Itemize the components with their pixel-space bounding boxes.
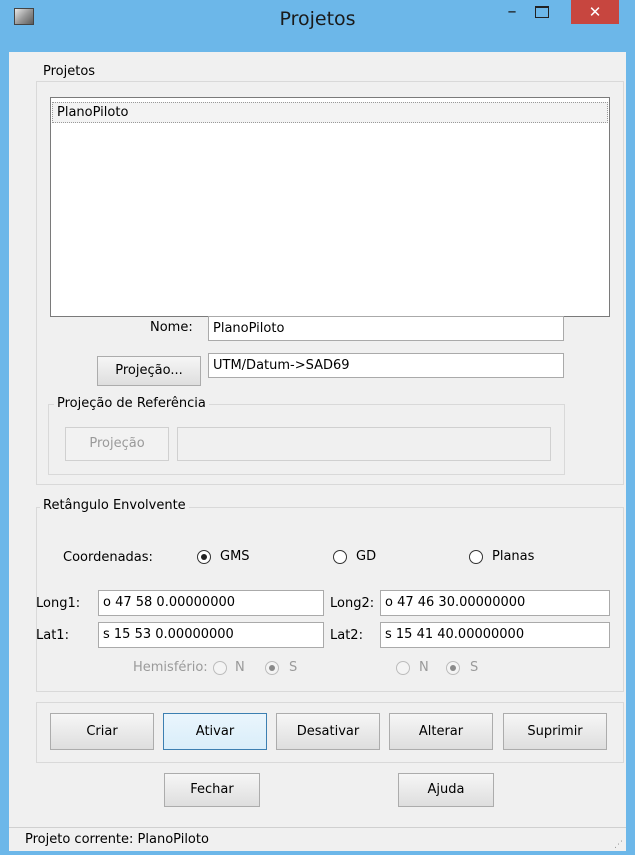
retangulo-group-legend: Retângulo Envolvente (40, 498, 189, 513)
hemi2-s-radio[interactable] (446, 661, 460, 675)
fechar-button[interactable]: Fechar (164, 773, 260, 807)
maximize-button[interactable] (527, 0, 553, 24)
nome-label: Nome: (150, 320, 193, 335)
hemi2-n-radio[interactable] (396, 661, 410, 675)
status-text: Projeto corrente: PlanoPiloto (25, 832, 209, 847)
hemi1-n-label: N (235, 660, 245, 675)
resize-grip-icon[interactable]: ⋰ (614, 840, 623, 850)
lat1-input[interactable]: s 15 53 0.00000000 (98, 622, 324, 648)
long2-label: Long2: (330, 596, 375, 611)
radio-gms-label[interactable]: GMS (220, 549, 250, 564)
ativar-button[interactable]: Ativar (163, 713, 267, 750)
projetos-window: Projetos – ✕ Projetos PlanoPiloto Nome: … (0, 0, 635, 855)
close-button[interactable]: ✕ (571, 0, 619, 24)
nome-input[interactable]: PlanoPiloto (208, 316, 564, 341)
hemisferio-label: Hemisfério: (133, 660, 208, 675)
radio-planas-label[interactable]: Planas (492, 549, 534, 564)
projetos-group-legend: Projetos (40, 64, 99, 79)
coordenadas-label: Coordenadas: (63, 550, 153, 565)
long1-label: Long1: (36, 596, 81, 611)
referencia-projecao-button[interactable]: Projeção (65, 427, 169, 461)
long2-input[interactable]: o 47 46 30.00000000 (380, 590, 610, 616)
radio-gms[interactable] (197, 550, 211, 564)
lat2-input[interactable]: s 15 41 40.00000000 (380, 622, 610, 648)
title-bar[interactable]: Projetos – ✕ (0, 0, 635, 52)
long1-input[interactable]: o 47 58 0.00000000 (98, 590, 324, 616)
criar-button[interactable]: Criar (50, 713, 154, 750)
projecao-field[interactable]: UTM/Datum->SAD69 (208, 353, 564, 378)
list-item[interactable]: PlanoPiloto (52, 102, 608, 123)
hemi2-s-label: S (470, 660, 479, 675)
desativar-button[interactable]: Desativar (276, 713, 380, 750)
radio-gd-label[interactable]: GD (356, 549, 376, 564)
hemi1-n-radio[interactable] (213, 661, 227, 675)
radio-planas[interactable] (469, 550, 483, 564)
radio-gd[interactable] (333, 550, 347, 564)
lat2-label: Lat2: (330, 628, 363, 643)
ajuda-button[interactable]: Ajuda (398, 773, 494, 807)
maximize-icon (535, 6, 549, 18)
hemi1-s-radio[interactable] (265, 661, 279, 675)
projetos-list[interactable]: PlanoPiloto (50, 97, 610, 317)
minimize-button[interactable]: – (499, 0, 525, 24)
referencia-group-legend: Projeção de Referência (54, 396, 209, 411)
alterar-button[interactable]: Alterar (389, 713, 493, 750)
referencia-projecao-field[interactable] (177, 427, 551, 461)
hemi2-n-label: N (419, 660, 429, 675)
hemi1-s-label: S (289, 660, 298, 675)
suprimir-button[interactable]: Suprimir (503, 713, 607, 750)
projecao-button[interactable]: Projeção... (97, 356, 201, 386)
lat1-label: Lat1: (36, 628, 69, 643)
